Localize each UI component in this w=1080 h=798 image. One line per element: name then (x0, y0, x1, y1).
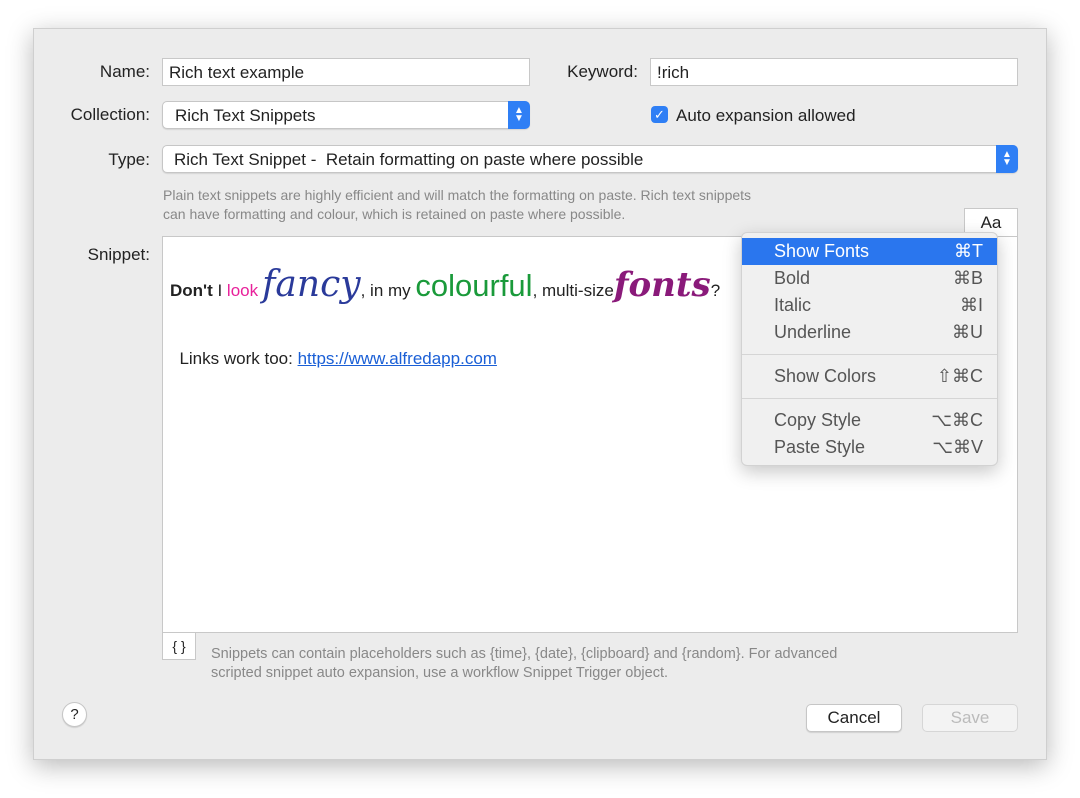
name-label: Name: (99, 62, 150, 81)
menu-item-text: ⌘U (952, 322, 983, 342)
type-value: Rich Text Snippet - Retain formatting on… (174, 150, 644, 169)
type-select[interactable]: Rich Text Snippet - Retain formatting on… (162, 145, 1018, 173)
menu-item-text: Bold (774, 268, 811, 288)
menu-item-text: Underline (774, 322, 852, 342)
colourful-text: colourful (415, 268, 533, 303)
menu-item-text: Paste Style (774, 437, 866, 457)
pink-text: look (226, 281, 259, 300)
name-input[interactable]: Rich text example (162, 58, 530, 86)
links-text: Links work too: (179, 349, 298, 368)
plain-text: ? (710, 281, 721, 300)
keyword-input[interactable]: !rich (650, 58, 1018, 86)
fancy-text: fancy (262, 264, 361, 305)
plain-text: , in my (360, 281, 416, 300)
collection-label: Collection: (70, 105, 150, 124)
bold-text: Don't (170, 281, 213, 300)
fonts-text: fonts (613, 265, 711, 305)
auto-expansion-checkbox[interactable]: ✓ (651, 106, 668, 123)
snippet-label: Snippet: (87, 245, 150, 264)
menu-item-paste-style[interactable]: Paste Style ⌥⌘V (742, 434, 997, 461)
menu-item-copy-style[interactable]: Copy Style ⌥⌘C (742, 407, 997, 434)
menu-separator (742, 398, 997, 399)
menu-item-text: ⌥⌘V (932, 437, 983, 457)
menu-item-italic[interactable]: Italic ⌘I (742, 292, 997, 319)
menu-item-text: Show Colors (774, 366, 877, 386)
type-help-line1: Plain text snippets are highly efficient… (163, 187, 752, 203)
menu-item-text: Italic (774, 295, 812, 315)
cancel-button[interactable]: Cancel (806, 704, 902, 732)
menu-item-text: ⌘I (959, 295, 983, 315)
collection-value: Rich Text Snippets (175, 106, 316, 125)
menu-item-text: ⇧⌘C (936, 366, 983, 386)
save-button[interactable]: Save (922, 704, 1018, 732)
type-label: Type: (108, 150, 150, 169)
menu-item-text: ⌘T (954, 241, 983, 261)
help-button[interactable]: ? (62, 702, 87, 727)
menu-item-text: Copy Style (774, 410, 862, 430)
plain-text: , multi-size (532, 281, 614, 300)
menu-item-text: ⌥⌘C (931, 410, 983, 430)
collection-select[interactable]: Rich Text Snippets ▲ ▼ (162, 101, 530, 129)
menu-item-bold[interactable]: Bold ⌘B (742, 265, 997, 292)
plain-text: I (212, 281, 227, 300)
type-help-line2: can have formatting and colour, which is… (163, 206, 626, 222)
placeholder-help-line1: Snippets can contain placeholders such a… (211, 646, 838, 662)
alfred-link[interactable]: https://www.alfredapp.com (298, 349, 497, 368)
menu-item-show-colors[interactable]: Show Colors ⇧⌘C (742, 363, 997, 390)
auto-expansion-label: Auto expansion allowed (676, 106, 856, 125)
menu-item-underline[interactable]: Underline ⌘U (742, 319, 997, 346)
menu-item-text: ⌘B (952, 268, 983, 288)
font-menu: Show Fonts ⌘T Bold ⌘B Italic ⌘I Underline ⌘U… (741, 232, 998, 466)
menu-item-text: Show Fonts (774, 241, 870, 261)
placeholder-button[interactable]: { } (162, 632, 196, 660)
placeholder-help-line2: scripted snippet auto expansion, use a w… (211, 665, 669, 681)
chevron-updown-icon: ▲ ▼ (996, 145, 1018, 173)
menu-separator (742, 354, 997, 355)
menu-item-show-fonts[interactable]: Show Fonts ⌘T (742, 238, 997, 265)
chevron-updown-icon: ▲ ▼ (508, 101, 530, 129)
keyword-label: Keyword: (567, 62, 638, 81)
